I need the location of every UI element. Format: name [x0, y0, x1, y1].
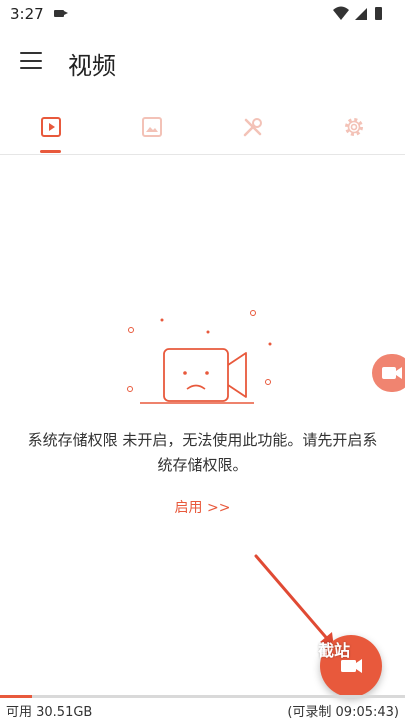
gear-icon: [344, 118, 363, 136]
permission-message: 系统存储权限 未开启，无法使用此功能。请先开启系 统存储权限。: [14, 428, 391, 478]
status-icons: [333, 6, 382, 20]
tab-tools[interactable]: [202, 100, 303, 154]
battery-icon: [375, 7, 382, 20]
storage-progress-fill: [0, 695, 33, 698]
screen-record-icon: [54, 10, 68, 17]
signal-icon: [355, 8, 367, 20]
tools-icon: [243, 118, 262, 137]
tab-image[interactable]: [101, 100, 202, 154]
storage-recordable: (可录制 09:05:43): [287, 705, 399, 720]
tab-bar: [0, 100, 405, 155]
tab-settings[interactable]: [303, 100, 404, 154]
page-title: 视频: [68, 52, 116, 80]
floating-record-bubble[interactable]: [372, 354, 405, 392]
enable-link[interactable]: 启用 >>: [0, 497, 405, 517]
app-bar: 视频: [0, 28, 405, 100]
tab-indicator: [40, 150, 61, 153]
storage-available: 可用 30.51GB: [6, 705, 93, 720]
menu-icon[interactable]: [20, 52, 42, 70]
play-icon: [40, 117, 61, 137]
wifi-icon: [333, 6, 349, 20]
sad-camera-illustration: [127, 310, 272, 404]
video-camera-icon: [382, 367, 402, 379]
permission-message-line-1: 系统存储权限 未开启，无法使用此功能。请先开启系: [27, 431, 378, 449]
storage-progress: [0, 695, 405, 698]
permission-message-line-2: 统存储权限。: [157, 456, 248, 474]
status-time: 3:27: [10, 5, 44, 23]
watermark-text: 截站: [318, 641, 351, 660]
image-icon: [141, 117, 162, 137]
tab-video[interactable]: [0, 100, 101, 154]
status-bar: 3:27: [0, 0, 405, 28]
